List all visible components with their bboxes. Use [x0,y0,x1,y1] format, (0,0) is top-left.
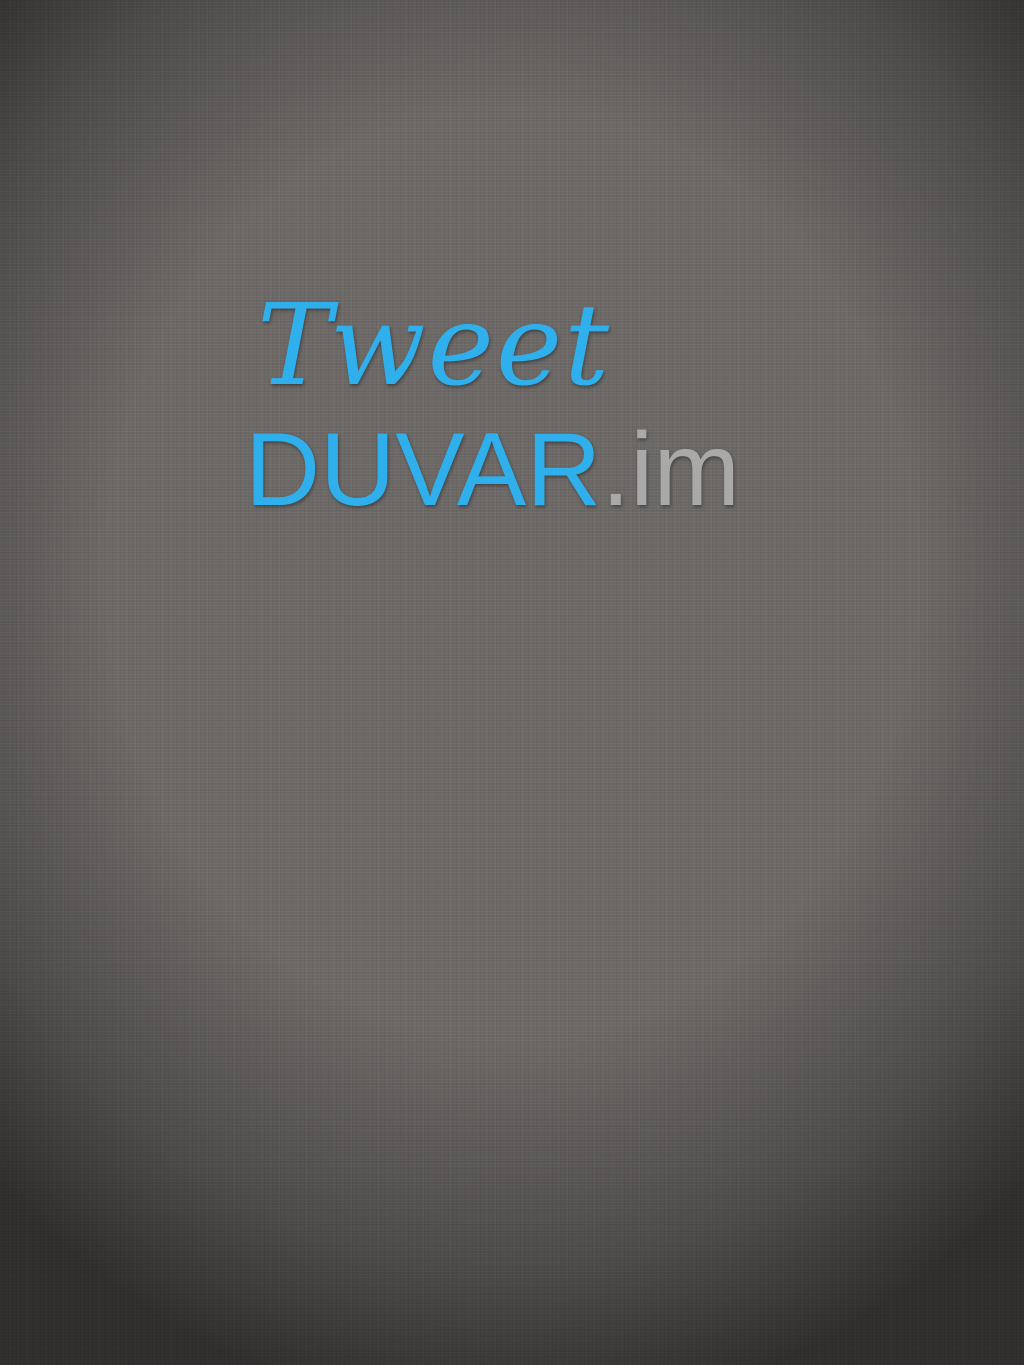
app-logo: Tweet DUVAR.im [245,290,845,550]
logo-tld: .im [601,412,740,528]
logo-wordmark: DUVAR.im [245,418,740,522]
logo-script-text: Tweet [257,281,612,411]
logo-word: DUVAR [245,412,602,528]
linen-background [0,0,1024,1365]
